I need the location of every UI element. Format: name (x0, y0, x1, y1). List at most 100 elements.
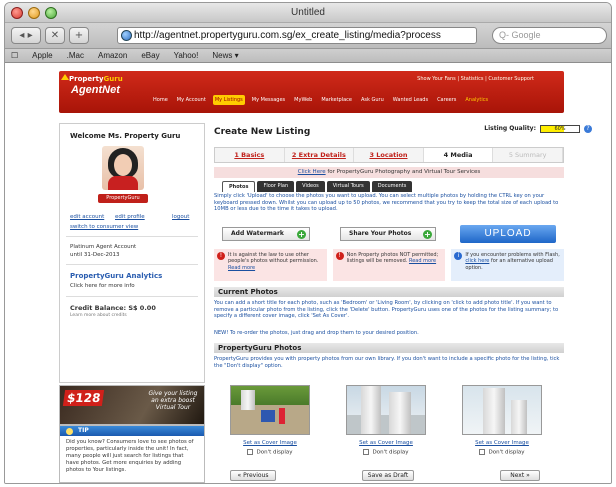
nav-marketplace[interactable]: Marketplace (319, 95, 354, 105)
photo-thumbnail[interactable] (346, 385, 426, 435)
nav-myweb[interactable]: MyWeb (292, 95, 314, 105)
non-property-notice: ! Non Property photos NOT permitted; lis… (332, 249, 446, 281)
tab-videos[interactable]: Videos (296, 181, 325, 192)
search-input[interactable]: Q- Google (492, 27, 607, 44)
dont-display-option[interactable]: Don't display (338, 449, 434, 456)
wizard-nav: « Previous Save as Draft Next » (214, 470, 564, 483)
photo-thumbnail[interactable] (462, 385, 542, 435)
bookmark-mac[interactable]: .Mac (67, 49, 84, 62)
upload-instructions: Simply click 'Upload' to choose the phot… (214, 193, 559, 212)
step-location[interactable]: 3 Location (354, 148, 424, 162)
dont-display-checkbox[interactable] (479, 449, 486, 455)
analytics-link[interactable]: Click here for more info (70, 283, 135, 289)
add-watermark-button[interactable]: Add Watermark + (222, 227, 310, 241)
step-media: 4 Media (423, 148, 494, 162)
nav-ask-guru[interactable]: Ask Guru (359, 95, 386, 105)
site-icon (121, 30, 132, 41)
tab-floor-plan[interactable]: Floor Plan (257, 181, 295, 192)
bookmark-amazon[interactable]: Amazon (98, 49, 127, 62)
step-basics[interactable]: 1 Basics (215, 148, 285, 162)
dont-display-option[interactable]: Don't display (222, 449, 318, 456)
bookmarks-book-icon[interactable]: ☐ (11, 49, 18, 62)
warning-icon: ! (217, 252, 225, 260)
pg-photos-header: PropertyGuru Photos (214, 343, 564, 353)
quality-label: Listing Quality: (484, 125, 536, 132)
bookmarks-bar: ☐ Apple .Mac Amazon eBay Yahoo! News ▾ (5, 49, 611, 63)
photography-bar: Click Here for PropertyGuru Photography … (214, 167, 564, 178)
tab-documents[interactable]: Documents (371, 181, 413, 192)
next-button[interactable]: Next » (500, 470, 540, 481)
switch-view-link[interactable]: switch to consumer view (70, 224, 138, 230)
bookmark-news[interactable]: News ▾ (212, 49, 238, 62)
nav-wanted-leads[interactable]: Wanted Leads (391, 95, 430, 105)
nav-my-account[interactable]: My Account (175, 95, 208, 105)
warning-icon: ! (335, 252, 344, 260)
previous-button[interactable]: « Previous (230, 470, 276, 481)
browser-toolbar: ◂ ▸ ✕ + http://agentnet.propertyguru.com… (5, 23, 611, 49)
create-listing-panel: Create New Listing Listing Quality: 60% … (214, 123, 592, 483)
nav-home[interactable]: Home (151, 95, 170, 105)
upload-button[interactable]: UPLOAD (460, 225, 556, 243)
quality-meter: 60% (540, 125, 580, 133)
edit-profile-link[interactable]: edit profile (115, 214, 145, 220)
photography-link[interactable]: Click Here (298, 169, 326, 175)
share-photos-button[interactable]: Share Your Photos + (340, 227, 436, 241)
site-header: PropertyGuru AgentNet Show Your Fans | S… (59, 71, 564, 113)
read-more-link[interactable]: Read more (228, 265, 255, 271)
step-extra-details[interactable]: 2 Extra Details (285, 148, 355, 162)
nav-my-listings[interactable]: My Listings (212, 95, 245, 105)
tip-header: TIP (60, 426, 204, 436)
nav-careers[interactable]: Careers (435, 95, 458, 105)
dont-display-label: Don't display (372, 449, 409, 456)
brand-logo[interactable]: PropertyGuru (69, 75, 123, 83)
save-draft-button[interactable]: Save as Draft (362, 470, 414, 481)
page-title: Create New Listing (214, 127, 311, 137)
promo-price: $128 (62, 390, 105, 406)
nav-analytics[interactable]: Analytics (463, 95, 490, 105)
notices: ! It is against the law to use other peo… (214, 249, 565, 281)
edit-account-link[interactable]: edit account (70, 214, 104, 220)
logout-link[interactable]: logout (172, 214, 189, 220)
window-title: Untitled (291, 7, 325, 18)
help-icon[interactable]: ? (584, 125, 592, 133)
dont-display-option[interactable]: Don't display (454, 449, 550, 456)
plus-icon: + (423, 230, 432, 239)
plus-icon: + (297, 230, 306, 239)
wizard-steps: 1 Basics 2 Extra Details 3 Location 4 Me… (214, 147, 564, 163)
read-more-link[interactable]: Read more (409, 258, 436, 264)
set-cover-link[interactable]: Set as Cover Image (222, 440, 318, 446)
set-cover-link[interactable]: Set as Cover Image (338, 440, 434, 446)
agentnet-logo[interactable]: AgentNet (71, 84, 120, 96)
dont-display-checkbox[interactable] (363, 449, 370, 455)
photo-card: Set as Cover Image Don't display (454, 385, 550, 465)
credit-sub[interactable]: Learn more about credits (70, 313, 127, 318)
tip-box: TIP Did you know? Consumers love to see … (59, 425, 205, 483)
stop-button[interactable]: ✕ (45, 27, 65, 44)
header-top-links[interactable]: Show Your Fans | Statistics | Customer S… (417, 76, 534, 82)
photo-card: Set as Cover Image Don't display (222, 385, 318, 465)
credit-balance: Credit Balance: S$ 0.00 (70, 304, 156, 312)
add-bookmark-button[interactable]: + (69, 27, 89, 44)
dont-display-checkbox[interactable] (247, 449, 254, 455)
analytics-title[interactable]: PropertyGuru Analytics (70, 272, 162, 280)
browser-window: Untitled ◂ ▸ ✕ + http://agentnet.propert… (4, 2, 612, 484)
dont-display-label: Don't display (488, 449, 525, 456)
nav-my-messages[interactable]: My Messages (250, 95, 287, 105)
tab-virtual-tours[interactable]: Virtual Tours (326, 181, 370, 192)
click-here-link[interactable]: click here (465, 258, 489, 264)
current-photos-text: You can add a short title for each photo… (214, 300, 559, 319)
set-cover-link[interactable]: Set as Cover Image (454, 440, 550, 446)
web-page: PropertyGuru AgentNet Show Your Fans | S… (5, 65, 611, 483)
bookmark-yahoo[interactable]: Yahoo! (174, 49, 199, 62)
photo-gallery: Set as Cover Image Don't display Set as … (214, 385, 564, 465)
photo-thumbnail[interactable] (230, 385, 310, 435)
bookmark-apple[interactable]: Apple (32, 49, 52, 62)
quality-value: 60% (554, 126, 566, 132)
back-forward-button[interactable]: ◂ ▸ (11, 27, 41, 44)
copyright-notice: ! It is against the law to use other peo… (214, 249, 327, 281)
virtual-tour-promo[interactable]: $128 Give your listing an extra boost Vi… (59, 385, 205, 425)
address-bar[interactable]: http://agentnet.propertyguru.com.sg/ex_c… (117, 27, 477, 44)
tab-photos[interactable]: Photos (222, 181, 256, 192)
bookmark-ebay[interactable]: eBay (141, 49, 159, 62)
lightbulb-icon (66, 428, 73, 435)
